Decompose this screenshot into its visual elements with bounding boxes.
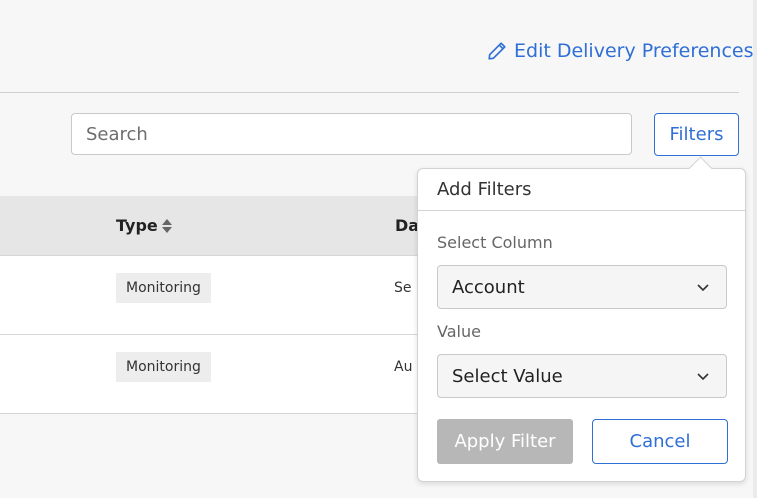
chevron-down-icon [697,373,709,381]
select-column-label: Select Column [437,233,553,252]
column-header-type[interactable]: Type [116,196,172,255]
add-filters-popover: Add Filters Select Column Account Value … [417,156,746,482]
cancel-button[interactable]: Cancel [592,419,728,464]
column-header-date[interactable]: Da [395,196,419,255]
apply-filter-button[interactable]: Apply Filter [437,419,573,464]
date-cell: Au [394,359,413,375]
date-cell: Se [394,280,412,296]
header-divider [0,92,739,93]
select-column-dropdown[interactable]: Account [437,265,727,309]
type-badge: Monitoring [116,273,211,303]
type-badge: Monitoring [116,352,211,382]
pencil-icon [488,42,506,60]
select-value-dropdown[interactable]: Select Value [437,354,727,398]
column-header-date-label: Da [395,216,420,235]
edit-delivery-preferences-link[interactable]: Edit Delivery Preferences [486,40,754,62]
scrollbar-track[interactable] [753,0,757,498]
filters-button[interactable]: Filters [654,113,739,156]
search-input[interactable] [71,113,632,155]
column-header-type-label: Type [116,216,158,235]
sort-icon [161,218,172,233]
value-label: Value [437,322,481,341]
chevron-down-icon [697,284,709,292]
select-column-value: Account [452,276,525,298]
popover-title: Add Filters [418,169,745,211]
select-value-placeholder: Select Value [452,365,563,387]
edit-link-label: Edit Delivery Preferences [514,40,754,62]
